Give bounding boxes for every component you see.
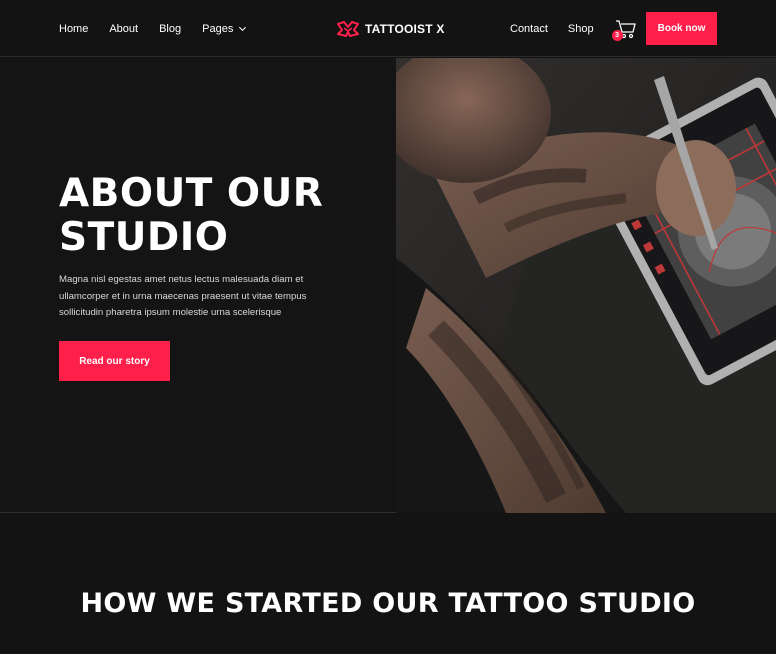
secondary-nav: Contact Shop 3 [510,0,651,57]
nav-link-pages[interactable]: Pages [202,22,247,35]
main-nav: Home About Blog Pages [59,0,266,57]
cart-count-badge: 3 [611,29,623,41]
site-logo[interactable]: TATTOOIST X [337,0,445,57]
read-our-story-button[interactable]: Read our story [59,341,170,381]
site-header: Home About Blog Pages TATTOOIST X Contac… [0,0,776,57]
logo-text: TATTOOIST X [365,21,445,36]
chevron-down-icon [239,23,247,31]
section-title-how-we-started: HOW WE STARTED OUR TATTOO STUDIO [80,588,696,619]
hero-title: ABOUT OUR STUDIO [59,171,324,260]
logo-mark-icon [337,20,359,37]
nav-link-pages-label: Pages [202,22,234,35]
hero-image [396,58,776,513]
cart-button[interactable]: 3 [611,18,637,41]
nav-link-contact[interactable]: Contact [510,23,548,35]
nav-link-about[interactable]: About [109,23,138,35]
hero-description: Magna nisl egestas amet netus lectus mal… [59,274,307,318]
nav-link-home[interactable]: Home [59,23,88,35]
nav-link-shop[interactable]: Shop [568,23,594,35]
tattoo-artist-photo [396,58,776,513]
book-now-button[interactable]: Book now [646,12,717,45]
nav-link-blog[interactable]: Blog [159,23,181,35]
hero-section: ABOUT OUR STUDIO Magna nisl egestas amet… [0,58,776,513]
